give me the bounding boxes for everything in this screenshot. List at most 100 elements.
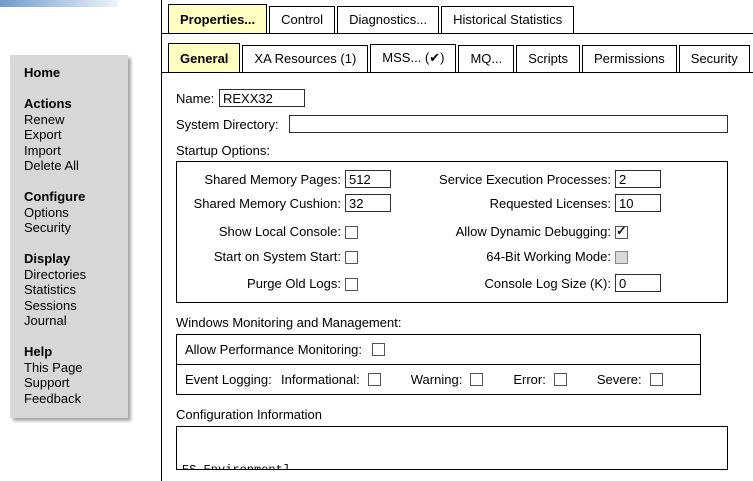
tab-scripts[interactable]: Scripts	[516, 45, 580, 72]
tab-general[interactable]: General	[168, 43, 240, 72]
severe-label: Severe:	[597, 372, 642, 387]
allow-performance-monitoring-label: Allow Performance Monitoring:	[185, 342, 362, 357]
sidebar-item-statistics[interactable]: Statistics	[24, 282, 122, 298]
tab-permissions[interactable]: Permissions	[582, 45, 677, 72]
tab-properties[interactable]: Properties...	[168, 4, 267, 33]
configuration-information-textarea[interactable]: ES-Environment] MFTRACE_CONFIG=C:\Users\…	[176, 426, 728, 470]
tab-mq[interactable]: MQ...	[458, 45, 514, 72]
error-label: Error:	[513, 372, 546, 387]
shared-memory-cushion-input[interactable]	[345, 194, 391, 212]
general-tab-content: Name: System Directory: Startup Options:…	[162, 73, 728, 470]
informational-checkbox[interactable]: ✓	[368, 373, 381, 386]
service-execution-processes-field	[615, 170, 727, 188]
name-input[interactable]	[219, 89, 305, 107]
64bit-working-mode-checkbox: ✓	[615, 251, 628, 264]
shared-memory-pages-label: Shared Memory Pages:	[183, 172, 341, 187]
primary-tab-bar: Properties... Control Diagnostics... His…	[162, 0, 753, 34]
sidebar: Home Actions Renew Export Import Delete …	[10, 55, 128, 418]
shared-memory-pages-field	[345, 170, 417, 188]
system-directory-label: System Directory:	[176, 117, 289, 132]
monitoring-groupbox: Allow Performance Monitoring: ✓ Event Lo…	[176, 334, 701, 395]
sidebar-heading-help: Help	[24, 344, 122, 360]
tab-xa-resources[interactable]: XA Resources (1)	[242, 45, 368, 72]
service-execution-processes-input[interactable]	[615, 170, 661, 188]
sidebar-item-sessions[interactable]: Sessions	[24, 298, 122, 314]
sidebar-item-support[interactable]: Support	[24, 375, 122, 391]
shared-memory-cushion-field	[345, 194, 417, 212]
warning-checkbox[interactable]: ✓	[470, 373, 483, 386]
shared-memory-pages-input[interactable]	[345, 170, 391, 188]
main-panel: Properties... Control Diagnostics... His…	[161, 0, 753, 481]
64bit-working-mode-checkbox-input	[615, 251, 628, 264]
event-logging-severe: Severe: ✓	[597, 372, 663, 387]
name-row: Name:	[176, 89, 728, 107]
tab-mss[interactable]: MSS... (✔)	[370, 44, 456, 72]
sidebar-heading-display: Display	[24, 251, 122, 267]
tab-security[interactable]: Security	[679, 45, 750, 72]
sidebar-heading-configure: Configure	[24, 189, 122, 205]
sidebar-item-directories[interactable]: Directories	[24, 267, 122, 283]
tab-control[interactable]: Control	[269, 6, 335, 33]
tab-historical-statistics[interactable]: Historical Statistics	[441, 6, 574, 33]
requested-licenses-field	[615, 194, 727, 212]
tab-diagnostics[interactable]: Diagnostics...	[337, 6, 439, 33]
sidebar-item-options[interactable]: Options	[24, 205, 122, 221]
name-label: Name:	[176, 91, 219, 106]
warning-label: Warning:	[411, 372, 463, 387]
purge-old-logs-checkbox-input[interactable]	[345, 278, 358, 291]
show-local-console-checkbox[interactable]: ✓	[345, 226, 358, 239]
show-local-console-checkbox-input[interactable]	[345, 226, 358, 239]
config-line-1: ES-Environment]	[182, 462, 722, 470]
service-execution-processes-label: Service Execution Processes:	[421, 172, 611, 187]
severe-checkbox-input[interactable]	[650, 373, 663, 386]
start-on-system-start-row: Start on System Start: ✓ 64-Bit Working …	[183, 249, 727, 264]
start-on-system-start-label: Start on System Start:	[183, 249, 341, 264]
allow-performance-monitoring-checkbox-input[interactable]	[372, 343, 385, 356]
system-directory-input[interactable]	[289, 115, 728, 133]
sidebar-group-display: Display Directories Statistics Sessions …	[24, 251, 122, 329]
severe-checkbox[interactable]: ✓	[650, 373, 663, 386]
sidebar-item-import[interactable]: Import	[24, 143, 122, 159]
sidebar-group-actions: Actions Renew Export Import Delete All	[24, 96, 122, 174]
informational-checkbox-input[interactable]	[368, 373, 381, 386]
sidebar-item-feedback[interactable]: Feedback	[24, 391, 122, 407]
start-on-system-start-checkbox[interactable]: ✓	[345, 251, 358, 264]
error-checkbox-input[interactable]	[554, 373, 567, 386]
allow-performance-monitoring-checkbox[interactable]: ✓	[372, 343, 385, 356]
event-logging-error: Error: ✓	[513, 372, 567, 387]
sidebar-group-configure: Configure Options Security	[24, 189, 122, 236]
allow-performance-monitoring-row: Allow Performance Monitoring: ✓	[177, 335, 700, 364]
sidebar-item-this-page[interactable]: This Page	[24, 360, 122, 376]
shared-memory-pages-row: Shared Memory Pages: Service Execution P…	[183, 170, 727, 188]
start-on-system-start-field: ✓	[345, 249, 417, 264]
sidebar-heading-actions: Actions	[24, 96, 122, 112]
event-logging-row: Event Logging: Informational: ✓ Warning:…	[177, 364, 700, 394]
sidebar-item-journal[interactable]: Journal	[24, 313, 122, 329]
warning-checkbox-input[interactable]	[470, 373, 483, 386]
show-local-console-label: Show Local Console:	[183, 224, 341, 239]
event-logging-label: Event Logging:	[185, 372, 281, 387]
console-log-size-input[interactable]	[615, 274, 661, 292]
informational-label: Informational:	[281, 372, 360, 387]
event-logging-warning: Warning: ✓	[411, 372, 484, 387]
start-on-system-start-checkbox-input[interactable]	[345, 251, 358, 264]
top-gradient-strip	[0, 0, 118, 7]
purge-old-logs-field: ✓	[345, 276, 417, 291]
startup-options-groupbox: Shared Memory Pages: Service Execution P…	[176, 161, 728, 303]
sidebar-item-security[interactable]: Security	[24, 220, 122, 236]
error-checkbox[interactable]: ✓	[554, 373, 567, 386]
shared-memory-cushion-label: Shared Memory Cushion:	[183, 196, 341, 211]
sidebar-item-delete-all[interactable]: Delete All	[24, 158, 122, 174]
requested-licenses-input[interactable]	[615, 194, 661, 212]
requested-licenses-label: Requested Licenses:	[421, 196, 611, 211]
purge-old-logs-checkbox[interactable]: ✓	[345, 278, 358, 291]
shared-memory-cushion-row: Shared Memory Cushion: Requested License…	[183, 194, 727, 212]
allow-dynamic-debugging-checkbox[interactable]: ✓	[615, 226, 628, 239]
64bit-working-mode-field: ✓	[615, 249, 727, 264]
sidebar-item-home[interactable]: Home	[24, 65, 122, 81]
sidebar-item-renew[interactable]: Renew	[24, 112, 122, 128]
64bit-working-mode-label: 64-Bit Working Mode:	[421, 249, 611, 264]
sidebar-item-export[interactable]: Export	[24, 127, 122, 143]
configuration-information-heading: Configuration Information	[176, 407, 728, 422]
allow-dynamic-debugging-checkbox-input[interactable]	[615, 226, 628, 239]
